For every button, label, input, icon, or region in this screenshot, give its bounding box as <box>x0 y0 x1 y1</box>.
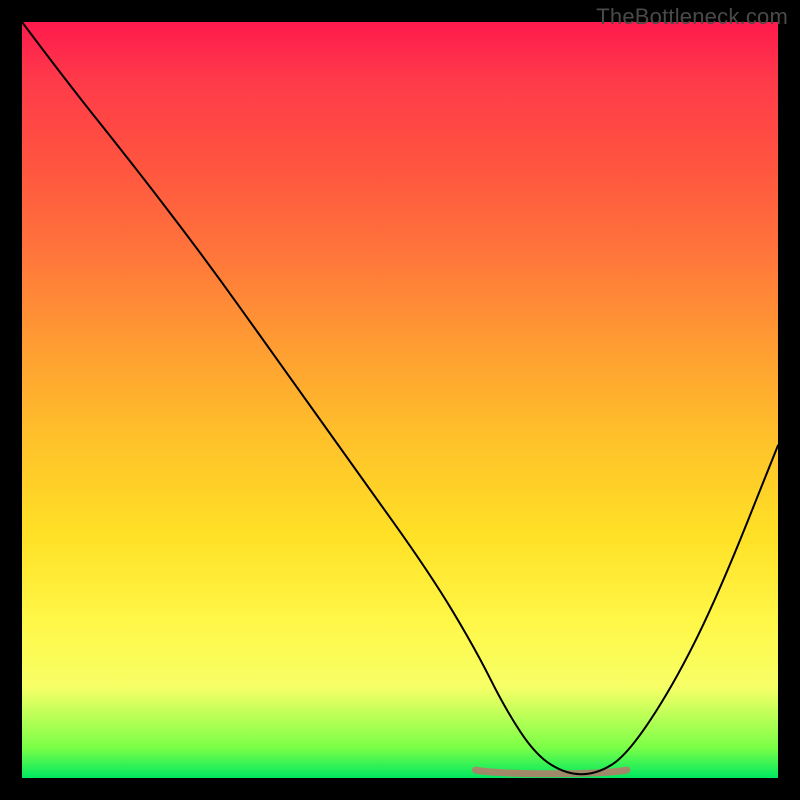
watermark-text: TheBottleneck.com <box>596 4 788 30</box>
chart-svg <box>22 22 778 778</box>
chart-plot-area <box>22 22 778 778</box>
bottleneck-curve <box>22 22 778 774</box>
optimal-range-highlight <box>476 770 627 774</box>
